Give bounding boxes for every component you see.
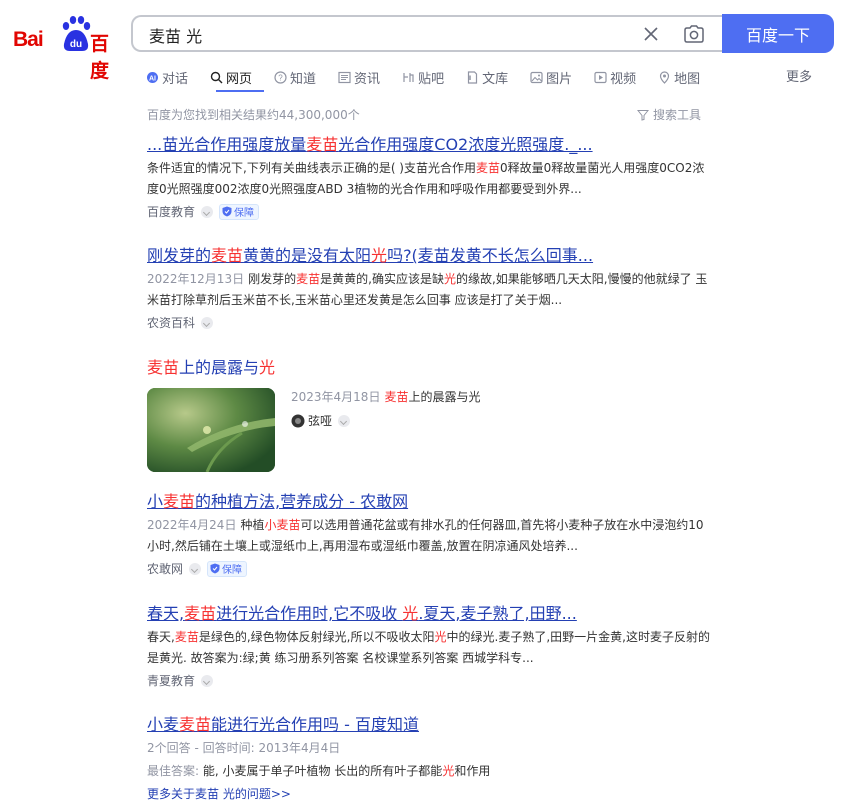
filter-icon <box>637 109 649 121</box>
search-tools-button[interactable]: 搜索工具 <box>637 106 701 123</box>
tab-label: 地图 <box>674 71 701 87</box>
chat-icon: AI <box>147 71 158 83</box>
result-abstract: 2022年12月13日 刚发芽的麦苗是黄黄的,确实应该是缺光的缘故,如果能够晒几天… <box>147 272 708 307</box>
result-count: 百度为您找到相关结果约44,300,000个 <box>147 108 360 122</box>
result-source: 农资百科 <box>147 314 712 331</box>
avatar <box>291 414 305 427</box>
result-title-link[interactable]: 麦苗上的晨露与光 <box>147 357 712 379</box>
video-icon <box>594 71 607 83</box>
result-date: 2022年4月24日 <box>147 518 237 532</box>
tab-zhidao[interactable]: ? 知道 <box>274 66 316 88</box>
guarantee-badge[interactable]: 保障 <box>207 560 248 577</box>
best-answer: 最佳答案: 能, 小麦属于单子叶植物 长出的所有叶子都能光和作用 <box>147 764 491 778</box>
logo-du-text: du <box>70 39 82 50</box>
badge-label: 保障 <box>234 208 255 219</box>
result-abstract: 条件适宜的情况下,下列有关曲线表示正确的是( )支苗光合作用麦苗0释故量0释故量… <box>147 161 705 196</box>
image-icon <box>530 71 543 83</box>
more-questions-link[interactable]: 更多关于麦苗 光的问题>> <box>147 785 291 802</box>
tab-news[interactable]: 资讯 <box>338 66 380 88</box>
svg-text:?: ? <box>278 73 283 82</box>
map-icon <box>660 70 670 84</box>
result-meta: 2个回答 - 回答时间: 2013年4月4日 <box>147 741 341 755</box>
result-title-link[interactable]: 春天,麦苗进行光合作用时,它不吸收 光.夏天,麦子熟了,田野... <box>147 603 712 625</box>
result-source: 农敢网 保障 <box>147 560 712 577</box>
search-icon <box>210 71 223 83</box>
result-date: 2022年12月13日 <box>147 272 245 286</box>
tab-more[interactable]: 更多 <box>786 66 812 85</box>
baidu-logo[interactable]: Bai du 百度 <box>13 14 119 82</box>
search-result: 春天,麦苗进行光合作用时,它不吸收 光.夏天,麦子熟了,田野... 春天,麦苗是… <box>147 603 712 689</box>
doc-icon <box>467 70 478 84</box>
news-icon <box>338 71 351 83</box>
result-title-link[interactable]: ...苗光合作用强度放量麦苗光合作用强度CO2浓度光照强度._... <box>147 134 712 156</box>
result-abstract: 春天,麦苗是绿色的,绿色物体反射绿光,所以不吸收太阳光中的绿光.麦子熟了,田野一… <box>147 630 710 665</box>
clear-icon[interactable] <box>642 25 660 43</box>
tab-label: 资讯 <box>354 71 381 87</box>
source-name[interactable]: 青夏教育 <box>147 672 195 689</box>
tab-label: 贴吧 <box>418 71 445 87</box>
result-title-link[interactable]: 小麦麦苗能进行光合作用吗 - 百度知道 <box>147 714 712 736</box>
result-source: 青夏教育 <box>147 672 712 689</box>
result-title-link[interactable]: 刚发芽的麦苗黄黄的是没有太阳光吗?(麦苗发黄不长怎么回事... <box>147 245 712 267</box>
badge-label: 保障 <box>222 565 243 576</box>
camera-icon[interactable] <box>683 24 705 44</box>
source-name[interactable]: 百度教育 <box>147 203 195 220</box>
tab-chat[interactable]: AI 对话 <box>146 66 188 88</box>
source-name[interactable]: 农资百科 <box>147 314 195 331</box>
search-result: 麦苗上的晨露与光 <box>147 357 712 379</box>
svg-text:AI: AI <box>149 75 156 82</box>
tab-label: 对话 <box>162 71 189 87</box>
search-result: ...苗光合作用强度放量麦苗光合作用强度CO2浓度光照强度._... 条件适宜的… <box>147 134 712 220</box>
source-menu-icon[interactable] <box>201 674 214 687</box>
search-tools-label: 搜索工具 <box>653 108 702 122</box>
result-title-link[interactable]: 小麦苗的种植方法,营养成分 - 农敢网 <box>147 491 712 513</box>
search-input[interactable] <box>147 24 631 45</box>
result-abstract: 2022年4月24日 种植小麦苗可以选用普通花盆或有排水孔的任何器皿,首先将小麦种… <box>147 518 704 553</box>
source-menu-icon[interactable] <box>189 562 202 575</box>
source-name[interactable]: 农敢网 <box>147 560 183 577</box>
tab-label: 图片 <box>546 71 573 87</box>
question-icon: ? <box>274 70 287 84</box>
guarantee-badge[interactable]: 保障 <box>219 203 260 220</box>
search-button[interactable]: 百度一下 <box>722 14 834 53</box>
result-thumbnail[interactable] <box>147 388 275 472</box>
tab-video[interactable]: 视频 <box>594 66 636 88</box>
tab-web[interactable]: 网页 <box>210 66 252 88</box>
result-source: 百度教育 保障 <box>147 203 712 220</box>
source-menu-icon[interactable] <box>201 316 214 329</box>
source-menu-icon[interactable] <box>338 414 351 427</box>
search-box <box>131 15 735 52</box>
paw-icon: du <box>62 16 91 51</box>
tab-label: 网页 <box>226 71 253 87</box>
search-result: 小麦苗的种植方法,营养成分 - 农敢网 2022年4月24日 种植小麦苗可以选用普… <box>147 491 712 577</box>
logo-bai-text: Bai <box>13 28 44 51</box>
logo-baidu-cn: 百度 <box>90 33 109 82</box>
shield-icon <box>210 563 220 574</box>
tab-label: 视频 <box>610 71 637 87</box>
tab-label: 知道 <box>290 71 317 87</box>
tab-map[interactable]: 地图 <box>658 66 700 88</box>
result-author: 弦哑 <box>291 412 351 429</box>
source-menu-icon[interactable] <box>201 205 214 218</box>
result-date: 2023年4月18日 <box>291 390 381 404</box>
search-tabs: AI 对话 网页 ? 知道 资讯 贴吧 文库 图片 视频 地图 <box>146 66 722 88</box>
active-tab-indicator <box>216 90 264 92</box>
tab-images[interactable]: 图片 <box>530 66 572 88</box>
tab-label: 文库 <box>482 71 509 87</box>
tieba-icon <box>403 72 414 82</box>
result-abstract: 2023年4月18日 麦苗上的晨露与光 <box>291 390 481 404</box>
search-result: 刚发芽的麦苗黄黄的是没有太阳光吗?(麦苗发黄不长怎么回事... 2022年12月… <box>147 245 712 331</box>
source-name[interactable]: 弦哑 <box>308 412 332 429</box>
shield-icon <box>222 206 232 217</box>
search-result: 小麦麦苗能进行光合作用吗 - 百度知道 2个回答 - 回答时间: 2013年4月… <box>147 714 712 782</box>
tab-tieba[interactable]: 贴吧 <box>402 66 444 88</box>
wheat-dew-image <box>147 388 275 472</box>
tab-wenku[interactable]: 文库 <box>466 66 508 88</box>
